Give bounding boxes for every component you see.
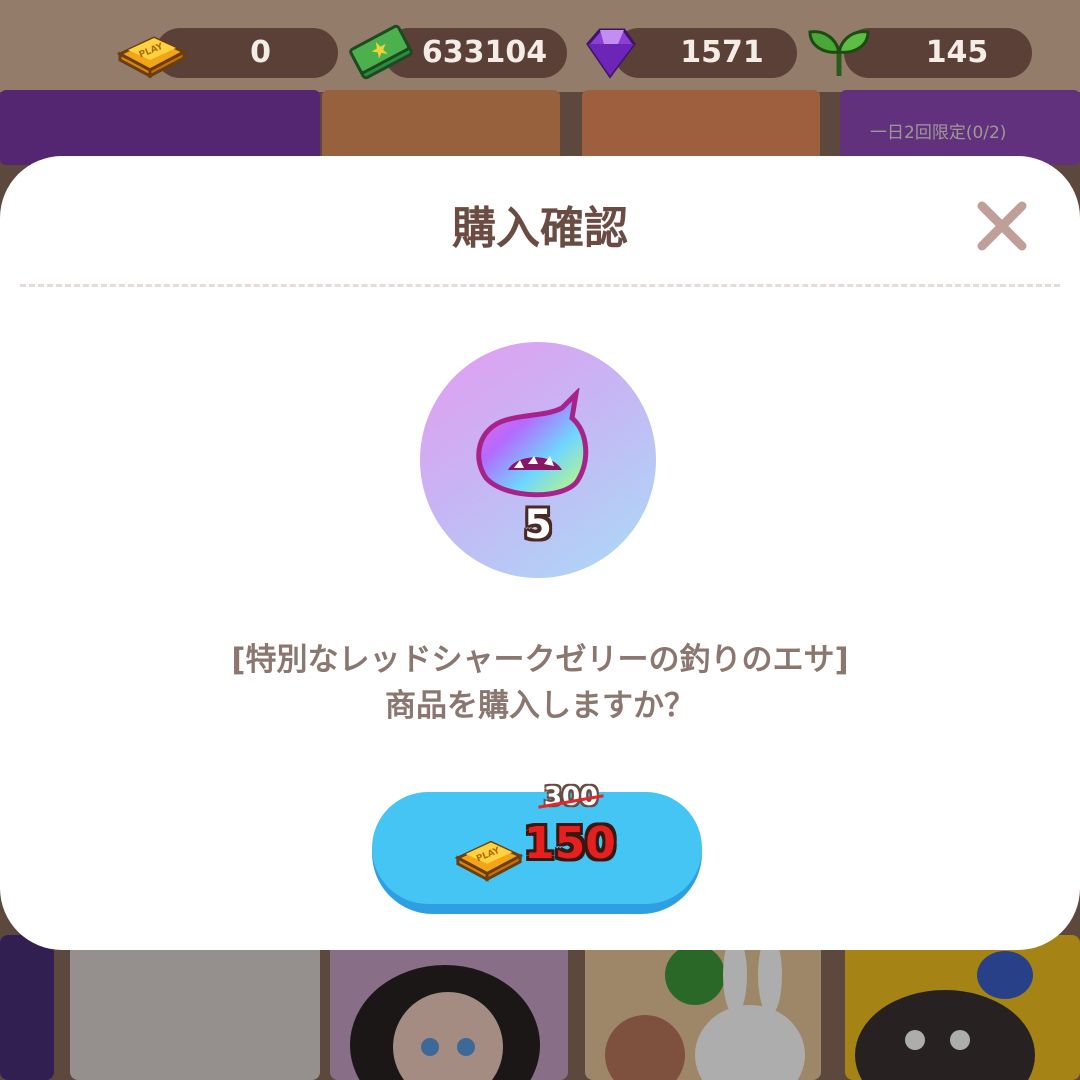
gold-amount: 0: [250, 35, 271, 70]
gold-play-bar-icon: PLAY: [116, 36, 188, 79]
confirm-question-text: 商品を購入しますか？: [385, 688, 695, 724]
sprout-icon: [808, 30, 870, 76]
cash-bundle-icon: [349, 24, 413, 80]
cash-amount: 633104: [421, 35, 548, 70]
sale-price: 150: [524, 818, 616, 869]
dialog-title: 購入確認: [452, 203, 628, 254]
gem-amount: 1571: [680, 35, 764, 70]
rainbow-shark-jelly-icon: [476, 388, 589, 498]
item-preview: 5: [420, 342, 656, 578]
purchase-confirm-dialog: 購入確認 5 [特別なレッドシャークゼリーの釣りのエサ] 商品を購入しますか？: [0, 156, 1080, 950]
gold-play-bar-icon: PLAY: [454, 840, 524, 882]
item-name-text: [特別なレッドシャークゼリーの釣りのエサ]: [231, 642, 849, 678]
sprout-amount: 145: [925, 35, 989, 70]
item-quantity: 5: [524, 502, 552, 548]
currency-sprout[interactable]: 145: [844, 28, 1032, 78]
close-icon[interactable]: [970, 194, 1034, 258]
currency-gems[interactable]: 1571: [614, 28, 797, 78]
purple-gem-icon: [586, 28, 636, 79]
dialog-divider: [20, 284, 1060, 287]
